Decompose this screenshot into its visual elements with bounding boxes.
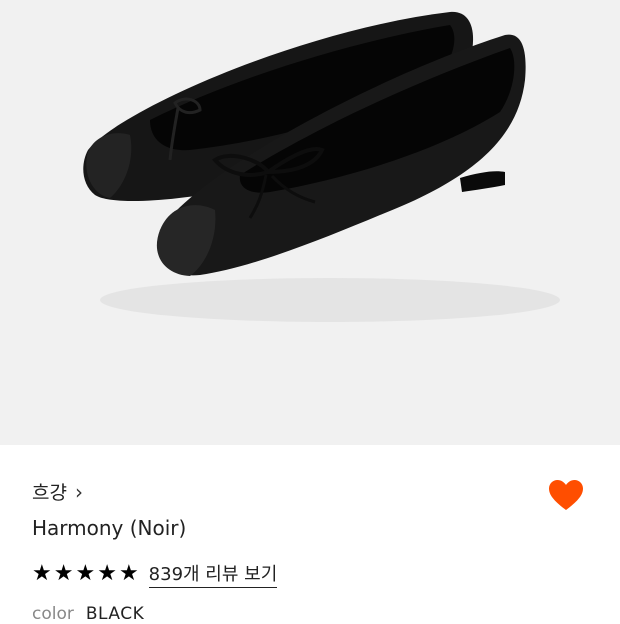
brand-name: 흐걍 [32,482,67,504]
star-icon: ★ [53,561,74,586]
review-link[interactable]: 839개 리뷰 보기 [148,560,278,588]
rating-row: ★ ★ ★ ★ ★ 839개 리뷰 보기 [32,560,278,588]
star-icon: ★ [118,561,139,586]
star-rating: ★ ★ ★ ★ ★ [32,562,139,586]
color-label: color [32,604,74,624]
star-icon: ★ [75,561,96,586]
brand-link[interactable]: 흐걍 › [32,478,83,505]
product-title: Harmony (Noir) [32,516,187,540]
star-icon: ★ [32,561,52,586]
ballet-flats-illustration [83,11,560,322]
color-value: BLACK [85,604,145,624]
chevron-right-icon: › [74,479,83,504]
heart-icon[interactable] [548,478,584,514]
star-icon: ★ [97,561,117,586]
product-image[interactable] [0,0,620,445]
color-option-row: color BLACK [32,604,144,624]
